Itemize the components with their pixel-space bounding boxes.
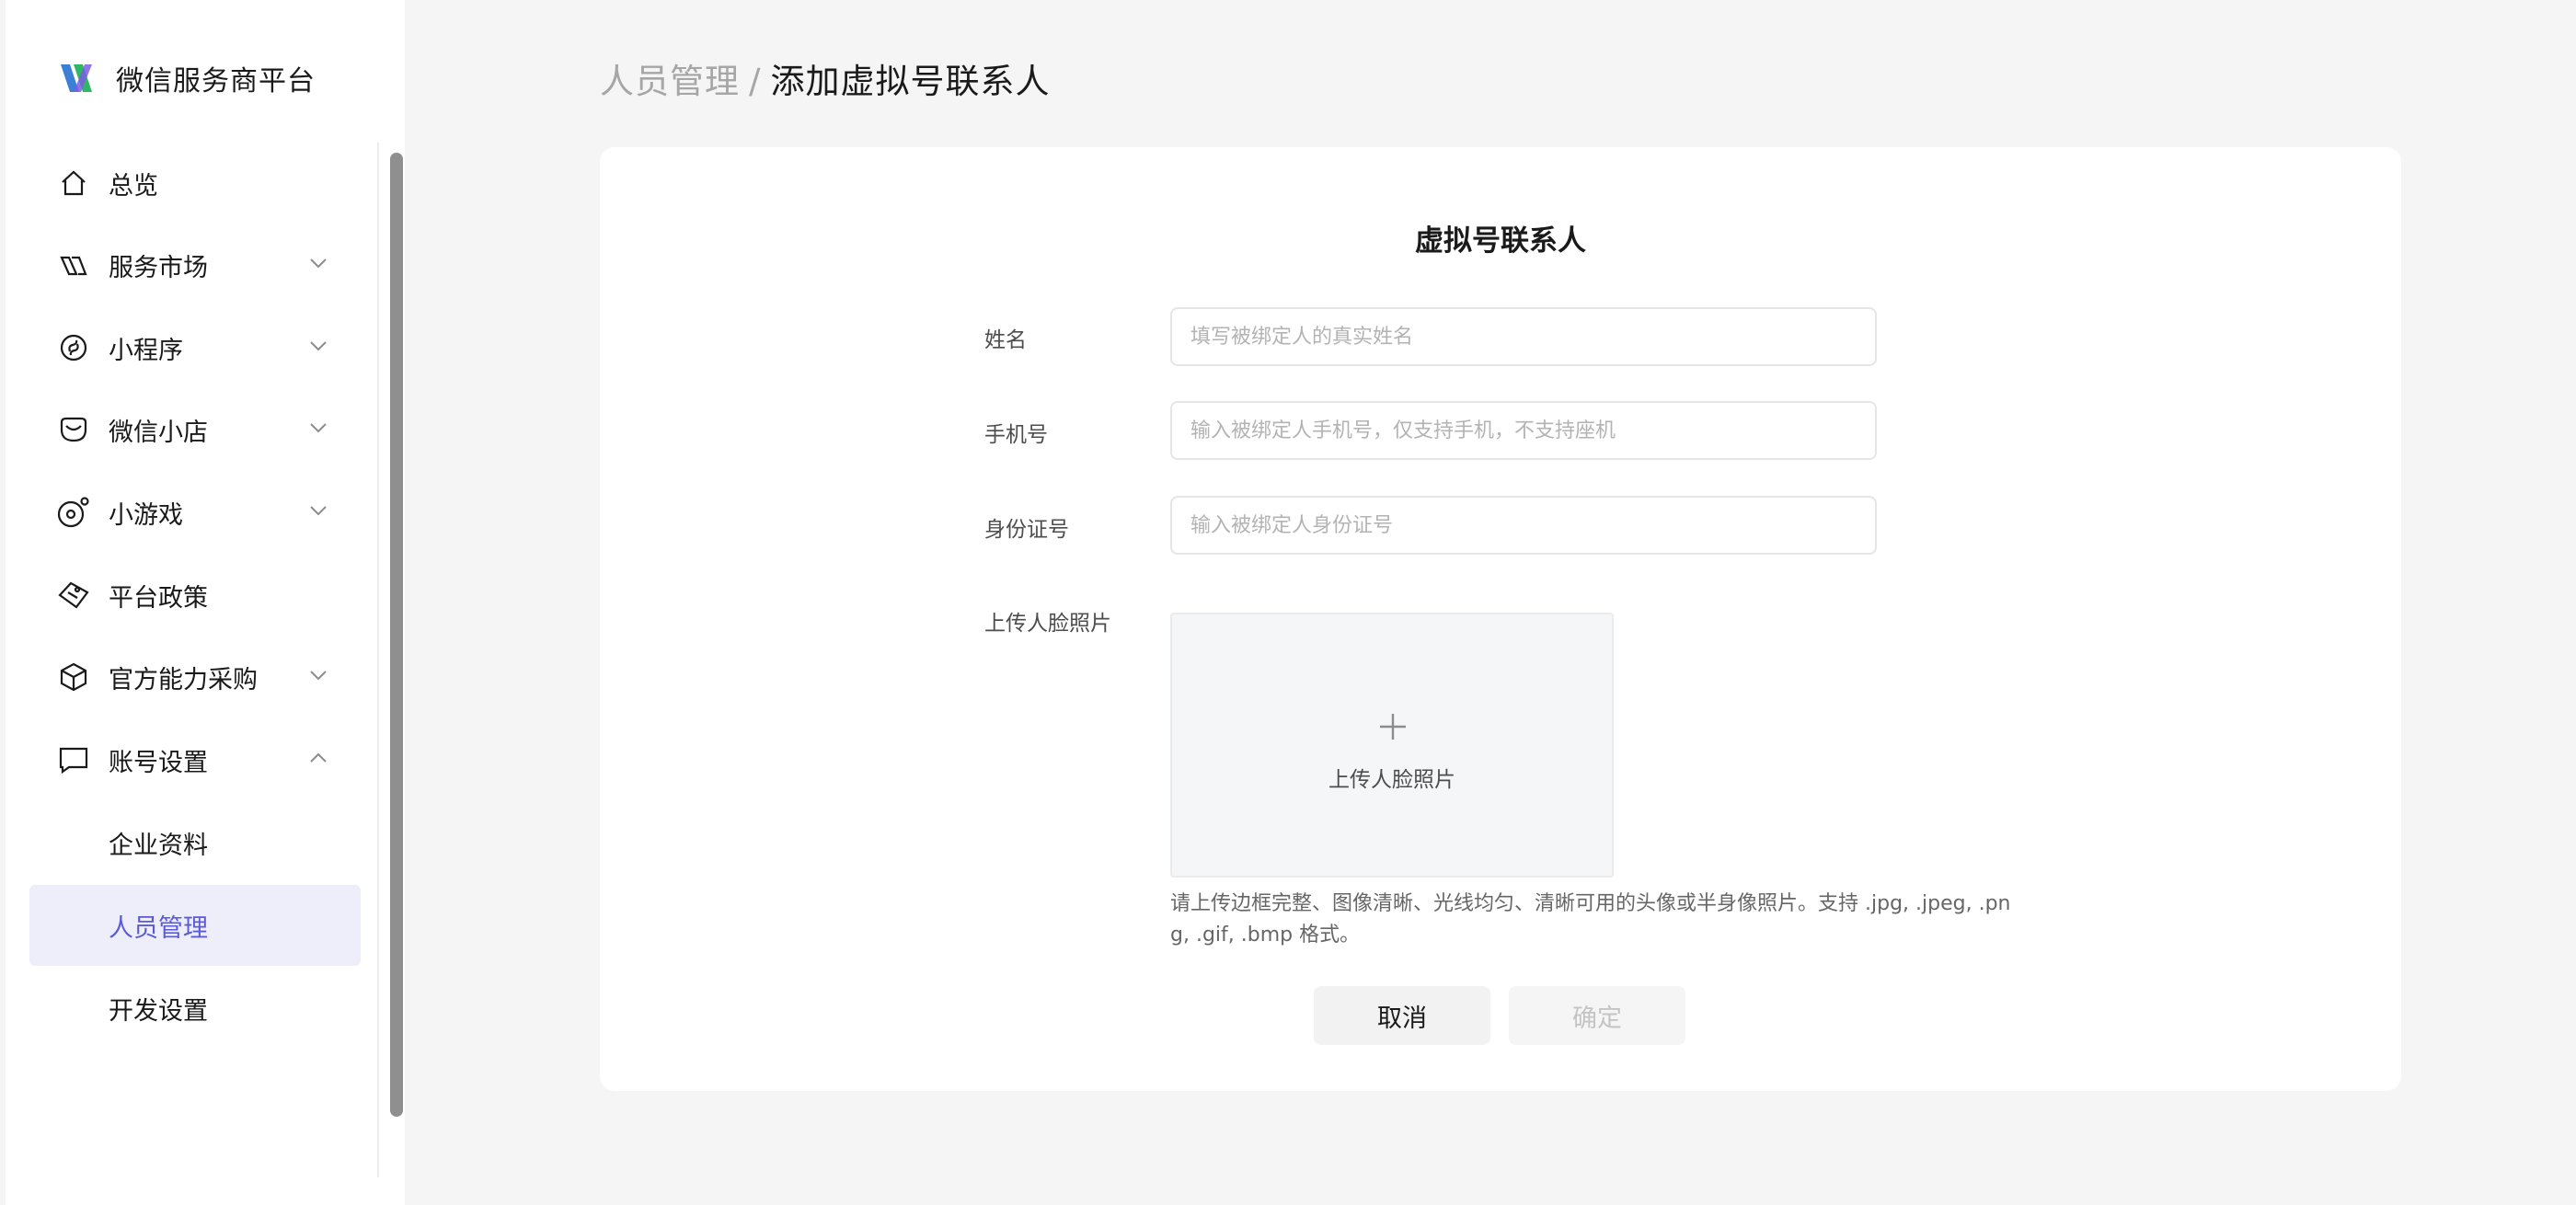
- form-card: 虚拟号联系人 姓名 手机号 身份证号 上传人脸照片 上传人脸照片 请上传边框完整…: [600, 147, 2401, 1091]
- sidebar-item-label: 小游戏: [109, 500, 183, 530]
- form-title: 虚拟号联系人: [1415, 224, 1586, 258]
- chevron-down-icon: [310, 671, 327, 681]
- cancel-button[interactable]: 取消: [1314, 986, 1490, 1045]
- name-label: 姓名: [984, 328, 1027, 352]
- sidebar-item-shop[interactable]: 微信小店: [29, 389, 361, 470]
- sidebar-item-label: 平台政策: [109, 583, 208, 613]
- policy-icon: [57, 579, 90, 612]
- sidebar-subitem-label: 开发设置: [109, 996, 208, 1026]
- game-icon: [57, 496, 90, 529]
- sidebar-item-service-market[interactable]: 服务市场: [29, 224, 361, 305]
- sidebar-subitem-company-info[interactable]: 企业资料: [29, 802, 361, 883]
- brand-logo-icon: [61, 64, 92, 92]
- shop-icon: [57, 413, 90, 446]
- photo-label: 上传人脸照片: [984, 612, 1111, 636]
- sidebar-item-game[interactable]: 小游戏: [29, 472, 361, 553]
- chevron-up-icon: [310, 752, 327, 763]
- sidebar-item-policy[interactable]: 平台政策: [29, 555, 361, 636]
- name-input[interactable]: [1170, 307, 1877, 366]
- sidebar-scrollbar[interactable]: [390, 153, 403, 1117]
- sidebar-subitem-label: 人员管理: [109, 913, 208, 943]
- confirm-button[interactable]: 确定: [1509, 986, 1685, 1045]
- sidebar-item-label: 微信小店: [109, 418, 208, 447]
- breadcrumb: 人员管理 / 添加虚拟号联系人: [600, 53, 1050, 103]
- chat-icon: [57, 743, 90, 776]
- cube-icon: [57, 660, 90, 694]
- sidebar-subitem-dev-settings[interactable]: 开发设置: [29, 968, 361, 1049]
- sidebar-item-label: 小程序: [109, 336, 183, 365]
- sidebar-item-label: 服务市场: [109, 253, 208, 282]
- service-market-icon: [57, 248, 90, 281]
- mini-program-icon: [57, 331, 90, 364]
- chevron-down-icon: [310, 506, 327, 516]
- upload-hint: 请上传边框完整、图像清晰、光线均匀、清晰可用的头像或半身像照片。支持 .jpg,…: [1170, 892, 2011, 947]
- sidebar-item-official-purchase[interactable]: 官方能力采购: [29, 637, 361, 717]
- plus-icon: [1380, 714, 1406, 740]
- phone-label: 手机号: [984, 423, 1048, 447]
- sidebar-subitem-label: 企业资料: [109, 831, 208, 860]
- sidebar-nav: 总览 服务市场 小程序 微信小店 小游戏 平台政策 官方能力采购 账号设置 企业…: [6, 143, 379, 1177]
- sidebar-item-label: 官方能力采购: [109, 665, 258, 694]
- sidebar-item-overview[interactable]: 总览: [29, 143, 361, 224]
- sidebar-item-account-settings[interactable]: 账号设置: [29, 719, 361, 800]
- photo-upload-box[interactable]: 上传人脸照片: [1170, 613, 1614, 878]
- brand[interactable]: 微信服务商平台: [57, 55, 316, 101]
- sidebar-item-label: 账号设置: [109, 748, 208, 777]
- chevron-down-icon: [310, 258, 327, 269]
- chevron-down-icon: [310, 423, 327, 433]
- upload-text: 上传人脸照片: [1328, 768, 1455, 792]
- sidebar: 微信服务商平台 总览 服务市场 小程序 微信小店 小游戏 平台政策 官方能力采购…: [6, 0, 405, 1205]
- brand-name: 微信服务商平台: [116, 65, 316, 98]
- breadcrumb-parent[interactable]: 人员管理: [600, 62, 740, 101]
- breadcrumb-separator: /: [749, 62, 762, 101]
- phone-input[interactable]: [1170, 401, 1877, 460]
- chevron-down-icon: [310, 341, 327, 351]
- id-card-input[interactable]: [1170, 496, 1877, 555]
- sidebar-item-mini-program[interactable]: 小程序: [29, 307, 361, 388]
- breadcrumb-current: 添加虚拟号联系人: [770, 62, 1051, 101]
- sidebar-subitem-staff-management[interactable]: 人员管理: [29, 885, 361, 966]
- id-card-label: 身份证号: [984, 518, 1069, 542]
- home-icon: [57, 166, 90, 200]
- sidebar-item-label: 总览: [109, 171, 158, 201]
